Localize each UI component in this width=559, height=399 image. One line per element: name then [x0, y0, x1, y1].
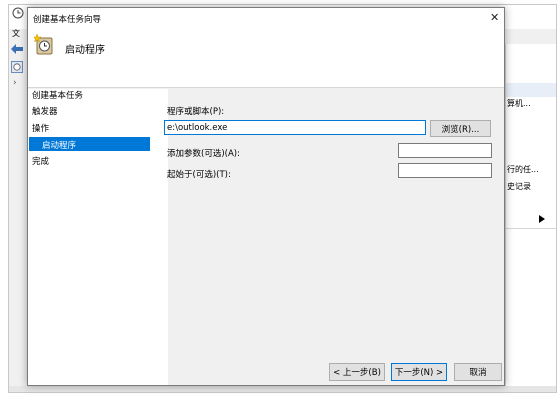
args-label: 添加参数(可选)(A): — [167, 149, 240, 159]
steps-heading: 创建基本任务 — [32, 91, 84, 101]
panel-divider — [506, 228, 556, 229]
cancel-button[interactable]: 取消 — [454, 363, 502, 381]
dialog-title: 创建基本任务向导 — [33, 15, 102, 25]
back-arrow-icon[interactable] — [10, 43, 24, 55]
start-in-input[interactable] — [398, 163, 492, 178]
background-menu-text: 文 — [12, 29, 20, 38]
close-icon[interactable]: ✕ — [490, 11, 499, 24]
expand-arrow-icon[interactable] — [539, 215, 545, 223]
program-label: 程序或脚本(P): — [167, 107, 225, 117]
background-left-strip — [9, 29, 27, 385]
step-start-program[interactable]: 启动程序 — [42, 139, 76, 151]
clock-app-icon — [12, 7, 24, 19]
step-trigger[interactable]: 触发器 — [32, 105, 58, 117]
step-finish[interactable]: 完成 — [32, 155, 49, 167]
background-status-bar — [9, 386, 556, 392]
actions-item[interactable]: 史记录 — [507, 181, 555, 192]
args-input[interactable] — [398, 143, 492, 158]
step-action[interactable]: 操作 — [32, 122, 49, 134]
task-wizard-icon — [32, 33, 54, 56]
start-in-label: 起始于(可选)(T): — [167, 170, 231, 180]
dialog-header — [28, 28, 504, 88]
scheduler-tree-icon — [11, 61, 23, 73]
actions-panel-header — [506, 83, 556, 97]
actions-item[interactable]: 行的任... — [507, 164, 555, 175]
actions-item[interactable]: 算机... — [507, 98, 555, 109]
next-button[interactable]: 下一步(N) > — [391, 363, 447, 381]
tree-expand-icon[interactable]: › — [13, 78, 17, 88]
browse-button[interactable]: 浏览(R)... — [430, 120, 491, 137]
back-button[interactable]: < 上一步(B) — [329, 363, 385, 381]
header-title: 启动程序 — [65, 45, 105, 56]
program-input[interactable] — [164, 120, 426, 135]
